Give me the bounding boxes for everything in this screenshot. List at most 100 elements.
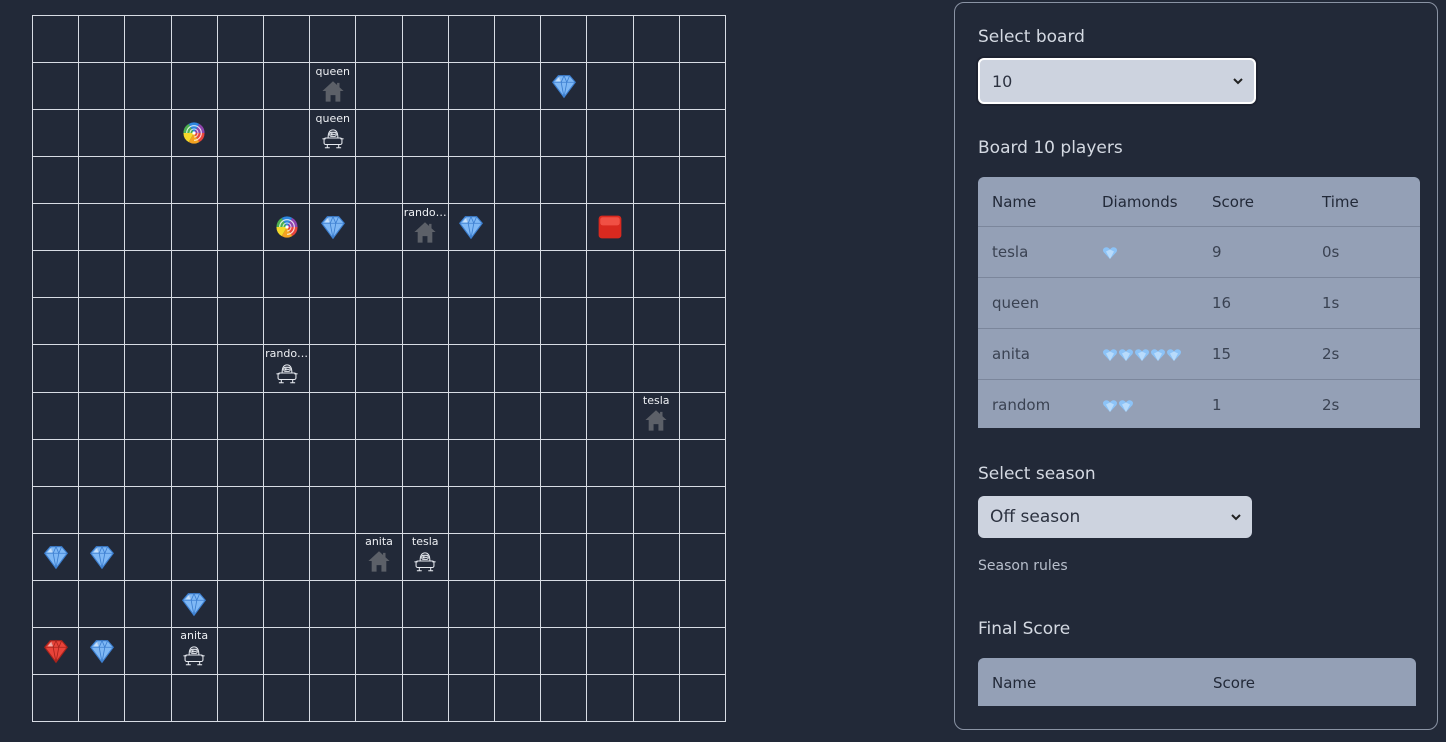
board-cell: [171, 110, 218, 158]
board-cell: [495, 627, 542, 675]
board-cell: [495, 157, 542, 205]
board-cell: [217, 533, 264, 581]
board-cell: [33, 345, 80, 393]
board-cell: [33, 674, 80, 722]
board-cell: [356, 251, 403, 299]
board-cell: [356, 345, 403, 393]
board-cell: [79, 627, 126, 675]
board-cell: [448, 204, 495, 252]
board-cell: [79, 674, 126, 722]
heart-diamond-icon: [1167, 348, 1181, 361]
player-name-label: tesla: [411, 535, 439, 549]
player-time: 1s: [1308, 277, 1420, 329]
player-name-label: rando…: [265, 346, 309, 360]
board-cell: [79, 157, 126, 205]
board-cell: [495, 580, 542, 628]
player-score: 9: [1198, 226, 1308, 278]
board-cell: [264, 439, 311, 487]
board-cell: [171, 298, 218, 346]
board-cell: [402, 392, 449, 440]
board-cell: [448, 627, 495, 675]
season-select[interactable]: Off season: [978, 496, 1252, 538]
board-cell: [587, 627, 634, 675]
board-cell: [171, 533, 218, 581]
board-cell: [448, 486, 495, 534]
blue-diamond-icon: [179, 589, 209, 619]
board-cell: [217, 16, 264, 64]
board-cell: [679, 580, 726, 628]
board-cell: [402, 627, 449, 675]
board-cell: [679, 486, 726, 534]
board-cell: [495, 298, 542, 346]
board-cell: [264, 157, 311, 205]
board-cell: [264, 486, 311, 534]
board-cell: [402, 110, 449, 158]
table-row: queen 16 1s: [978, 277, 1420, 329]
board-cell: [356, 298, 403, 346]
board-cell: [217, 674, 264, 722]
board-cell: [587, 298, 634, 346]
board-cell: [541, 110, 588, 158]
board-cell: [217, 298, 264, 346]
player-name: anita: [978, 328, 1088, 380]
board-cell: [633, 345, 680, 393]
final-header-row: Name Score: [978, 658, 1416, 706]
board-cell: [264, 63, 311, 111]
board-cell: [587, 204, 634, 252]
heart-diamond-icon: [1119, 399, 1133, 412]
player-diamonds: [1088, 379, 1198, 428]
board-cell: [633, 110, 680, 158]
board-cell: [541, 345, 588, 393]
board-cell: queen: [310, 110, 357, 158]
board-cell: [541, 627, 588, 675]
player-name-label: tesla: [642, 394, 670, 408]
board-cell: [633, 674, 680, 722]
board-cell: [402, 345, 449, 393]
season-rules-link[interactable]: Season rules: [978, 558, 1068, 574]
player-diamonds: [1088, 277, 1198, 329]
board-cell: [125, 63, 172, 111]
board-cell: [33, 392, 80, 440]
board-cell: [679, 16, 726, 64]
board-cell: [356, 204, 403, 252]
board-cell: [541, 204, 588, 252]
board-cell: [33, 63, 80, 111]
board-cell: [587, 674, 634, 722]
board-cell: [171, 345, 218, 393]
board-cell: [402, 674, 449, 722]
player-name-label: anita: [180, 629, 209, 643]
board-cell: [541, 16, 588, 64]
player-time: 2s: [1308, 328, 1420, 380]
final-score-table: Name Score: [978, 658, 1416, 706]
board-cell: [541, 439, 588, 487]
board-cell: [402, 486, 449, 534]
board-cell: [33, 110, 80, 158]
bot-icon: [274, 360, 300, 386]
board-cell: [125, 345, 172, 393]
heart-diamond-icon: [1135, 348, 1149, 361]
board-cell: [679, 204, 726, 252]
board-cell: [264, 674, 311, 722]
player-name: tesla: [978, 226, 1088, 278]
board-cell: [171, 580, 218, 628]
blue-diamond-icon: [549, 71, 579, 101]
board-cell: [125, 204, 172, 252]
blue-diamond-icon: [456, 212, 486, 242]
board-cell: rando…: [264, 345, 311, 393]
board-cell: [587, 439, 634, 487]
board-cell: [79, 486, 126, 534]
board-cell: [448, 251, 495, 299]
board-cell: [310, 486, 357, 534]
board-cell: [679, 63, 726, 111]
player-diamonds: [1088, 226, 1198, 278]
heart-diamond-icon: [1103, 246, 1117, 259]
board-cell: [79, 110, 126, 158]
board-cell: [448, 533, 495, 581]
board-select[interactable]: 10: [978, 58, 1256, 104]
board-cell: [310, 674, 357, 722]
board-cell: [171, 439, 218, 487]
board-cell: [33, 533, 80, 581]
board-cell: [541, 580, 588, 628]
board-cell: [587, 345, 634, 393]
board-cell: [171, 204, 218, 252]
